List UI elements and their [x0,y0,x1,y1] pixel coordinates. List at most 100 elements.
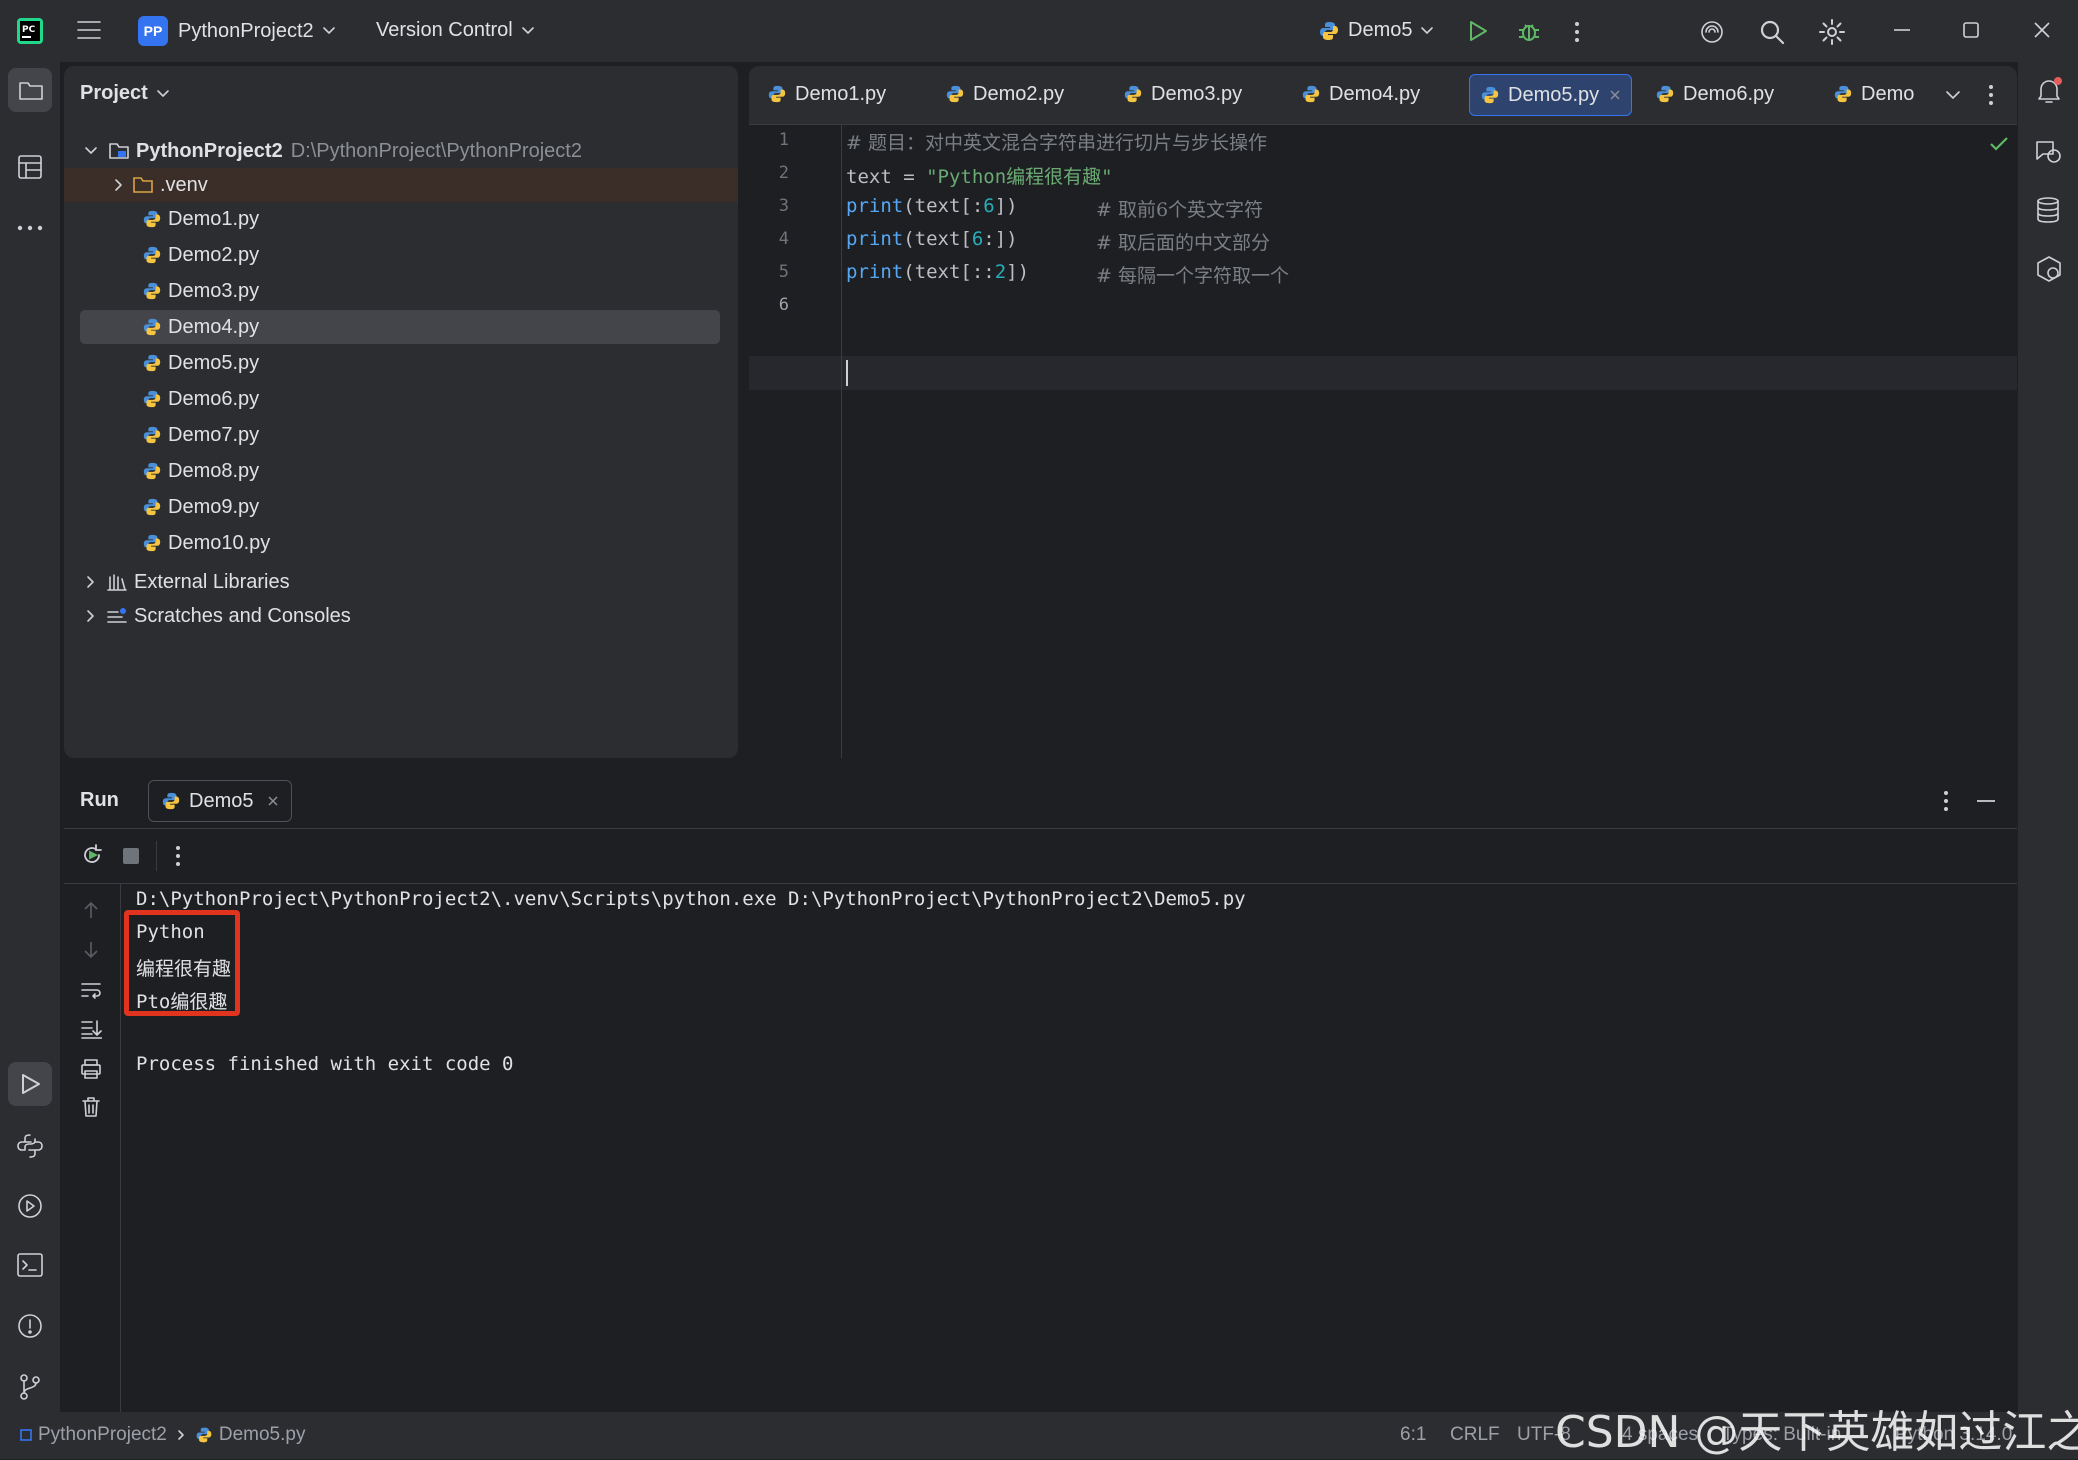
project-switcher[interactable]: PP PythonProject2 [138,16,336,46]
editor-tab[interactable]: Demo5.py [1469,74,1633,116]
editor-tab[interactable]: Demo [1823,74,1943,114]
line-number: 1 [778,130,789,150]
code-string: "Python编程很有趣" [926,166,1113,188]
run-toolbar-more-icon[interactable] [174,845,182,867]
tree-venv-row[interactable]: .venv [64,168,738,202]
chevron-down-icon[interactable] [84,146,98,156]
editor-tab[interactable]: Demo4.py [1291,74,1430,114]
more-tools-icon[interactable] [16,224,44,232]
caret-position[interactable]: 6:1 [1400,1424,1426,1446]
editor-tab-label: Demo5.py [1508,83,1600,106]
notifications-bell-icon[interactable] [2035,76,2063,106]
problems-icon[interactable] [16,1312,44,1340]
editor-tab-bar: Demo1.py Demo2.py Demo3.py Demo4.py Demo5.py… [749,66,2017,125]
editor-tab-label: Demo4.py [1329,82,1421,105]
run-tool-window: Run Demo5 D:\PythonProject\PythonProject… [64,772,2017,1412]
settings-gear-icon[interactable] [1818,18,1846,46]
run-config-selector[interactable]: Demo5 [1318,19,1434,42]
maximize-window-icon[interactable] [1962,21,1980,39]
ai-chat-icon[interactable] [2034,138,2064,166]
run-tool-button[interactable] [8,1062,52,1106]
python-icon [161,791,181,811]
clear-all-trash-icon[interactable] [81,1096,101,1118]
hide-panel-icon[interactable] [1976,799,1996,803]
line-number: 6 [778,295,789,315]
code-num: 2 [994,261,1007,283]
project-tool-button[interactable] [8,68,52,112]
pycharm-logo-icon[interactable]: PC [16,17,44,45]
right-tool-window-bar [2018,62,2078,1412]
file-name: Demo3.py [168,279,260,302]
search-icon[interactable] [1758,18,1786,46]
git-branch-icon[interactable] [16,1372,44,1402]
tree-file-row[interactable]: Demo6.py [64,382,738,416]
python-file-icon [142,317,162,337]
rerun-icon[interactable] [80,843,104,867]
stop-icon[interactable] [122,847,140,865]
tree-file-row[interactable]: Demo8.py [64,454,738,488]
soft-wrap-icon[interactable] [80,980,102,1000]
close-tab-icon[interactable] [267,795,279,807]
project-panel-header[interactable]: Project [80,82,170,105]
project-badge: PP [138,16,168,46]
main-menu-icon[interactable] [76,19,102,41]
ai-assistant-icon[interactable] [1698,18,1726,46]
vcs-menu[interactable]: Version Control [376,19,535,42]
tree-root-row[interactable]: PythonProject2 D:\PythonProject\PythonPr… [64,134,738,168]
scroll-down-arrow-icon[interactable] [82,940,100,960]
debug-icon[interactable] [1516,18,1542,44]
sciview-icon[interactable] [2034,254,2064,284]
tree-file-row[interactable]: Demo9.py [64,490,738,524]
breadcrumb-project[interactable]: PythonProject2 [38,1424,167,1446]
chevron-down-icon [156,89,170,99]
tree-scratches-row[interactable]: Scratches and Consoles [64,599,738,633]
tree-file-row[interactable]: Demo4.py [80,310,720,344]
tree-file-row[interactable]: Demo10.py [64,526,738,560]
code-text: ]) [994,195,1018,217]
file-name: Demo5.py [168,351,260,374]
scroll-to-end-icon[interactable] [80,1018,102,1040]
run-options-icon[interactable] [1942,790,1950,812]
tree-file-row[interactable]: Demo5.py [64,346,738,380]
line-ending[interactable]: CRLF [1450,1424,1500,1446]
tree-file-row[interactable]: Demo2.py [64,238,738,272]
more-actions-icon[interactable] [1573,20,1581,44]
terminal-icon[interactable] [16,1252,44,1278]
chevron-right-icon[interactable] [86,575,96,589]
minimize-window-icon[interactable] [1893,28,1911,32]
editor-tab[interactable]: Demo3.py [1113,74,1252,114]
python-file-icon [142,353,162,373]
python-file-icon [767,84,787,104]
module-square-icon [20,1429,32,1441]
scroll-up-arrow-icon[interactable] [82,900,100,920]
tree-file-row[interactable]: Demo3.py [64,274,738,308]
tree-external-libraries-row[interactable]: External Libraries [64,565,738,599]
editor-more-icon[interactable] [1987,84,1995,106]
tree-file-row[interactable]: Demo1.py [64,202,738,236]
chevron-right-icon[interactable] [114,178,124,192]
console-exit-message: Process finished with exit code 0 [136,1053,514,1075]
python-icon [195,1426,213,1444]
editor-tab[interactable]: Demo6.py [1645,74,1784,114]
chevron-right-icon[interactable] [86,609,96,623]
run-icon[interactable] [1467,19,1489,43]
annotation-highlight-box [124,910,240,1016]
print-icon[interactable] [80,1058,102,1080]
python-file-icon [1123,84,1143,104]
editor-tab[interactable]: Demo2.py [935,74,1074,114]
run-tab-demo5[interactable]: Demo5 [148,780,293,822]
services-icon[interactable] [16,1192,44,1220]
editor-tab[interactable]: Demo1.py [757,74,896,114]
python-packages-icon[interactable] [16,1132,44,1160]
code-fn: print [846,228,904,250]
structure-icon[interactable] [17,154,43,180]
close-tab-icon[interactable] [1609,89,1621,101]
file-name: Demo4.py [168,315,260,338]
breadcrumb-file[interactable]: Demo5.py [219,1424,306,1446]
tree-file-row[interactable]: Demo7.py [64,418,738,452]
python-file-icon [142,245,162,265]
tab-overflow-chevron-icon[interactable] [1945,90,1961,100]
code-comment: # 每隔一个字符取一个 [1096,265,1289,287]
database-icon[interactable] [2035,196,2061,224]
close-window-icon[interactable] [2033,21,2051,39]
